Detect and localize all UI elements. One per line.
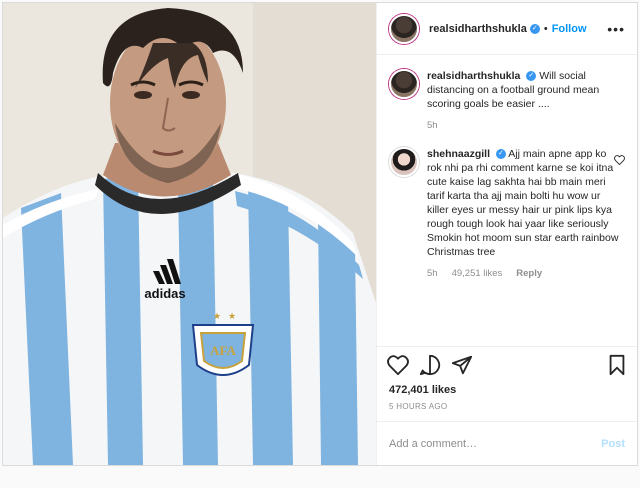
- svg-text:★: ★: [213, 312, 221, 322]
- post-header: realsidharthshukla ✓ • Follow •••: [377, 3, 637, 55]
- comment-like-icon[interactable]: [614, 155, 625, 165]
- comment-bubble-icon[interactable]: [419, 354, 441, 376]
- post-comment-button[interactable]: Post: [601, 438, 625, 450]
- post-timestamp[interactable]: 5 HOURS AGO: [377, 402, 637, 411]
- jersey-brand-text: adidas: [144, 286, 185, 301]
- comment-item: shehnaazgill ✓ Ajj main apne app ko rok …: [389, 147, 625, 281]
- photo-illustration: AFA ★ ★ adidas: [3, 3, 376, 465]
- verified-badge-icon: ✓: [529, 23, 540, 34]
- save-bookmark-icon[interactable]: [607, 354, 627, 376]
- comment-text: Ajj main apne app ko rok nhi pa rhi comm…: [427, 148, 619, 258]
- caption: realsidharthshukla ✓ Will social distanc…: [389, 69, 625, 133]
- svg-text:★: ★: [228, 312, 236, 322]
- post-photo[interactable]: AFA ★ ★ adidas: [3, 3, 376, 465]
- commenter-avatar[interactable]: [389, 147, 419, 177]
- reply-button[interactable]: Reply: [516, 267, 542, 281]
- post-sidebar: realsidharthshukla ✓ • Follow ••• realsi…: [376, 3, 637, 465]
- comment-likes[interactable]: 49,251 likes: [452, 267, 503, 281]
- verified-badge-icon: ✓: [526, 71, 537, 82]
- more-options-icon[interactable]: •••: [607, 21, 625, 37]
- caption-avatar[interactable]: [389, 69, 419, 99]
- author-avatar[interactable]: [389, 13, 419, 44]
- instagram-post: AFA ★ ★ adidas realsidharthshukla ✓ • Fo…: [2, 2, 638, 466]
- crest-text: AFA: [210, 343, 236, 358]
- like-heart-icon[interactable]: [387, 354, 409, 375]
- follow-button[interactable]: Follow: [552, 23, 587, 35]
- comments-list: realsidharthshukla ✓ Will social distanc…: [377, 55, 637, 346]
- verified-badge-icon: ✓: [495, 149, 506, 160]
- add-comment-input[interactable]: [389, 437, 602, 450]
- caption-username[interactable]: realsidharthshukla: [427, 70, 520, 82]
- action-bar: [377, 346, 637, 382]
- caption-time[interactable]: 5h: [427, 119, 438, 133]
- share-paper-plane-icon[interactable]: [451, 354, 473, 376]
- likes-count[interactable]: 472,401 likes: [377, 384, 637, 396]
- author-username[interactable]: realsidharthshukla: [429, 23, 527, 35]
- comment-time[interactable]: 5h: [427, 267, 438, 281]
- comment-username[interactable]: shehnaazgill: [427, 148, 490, 160]
- separator-dot: •: [543, 22, 548, 35]
- add-comment-bar: Post: [377, 421, 637, 465]
